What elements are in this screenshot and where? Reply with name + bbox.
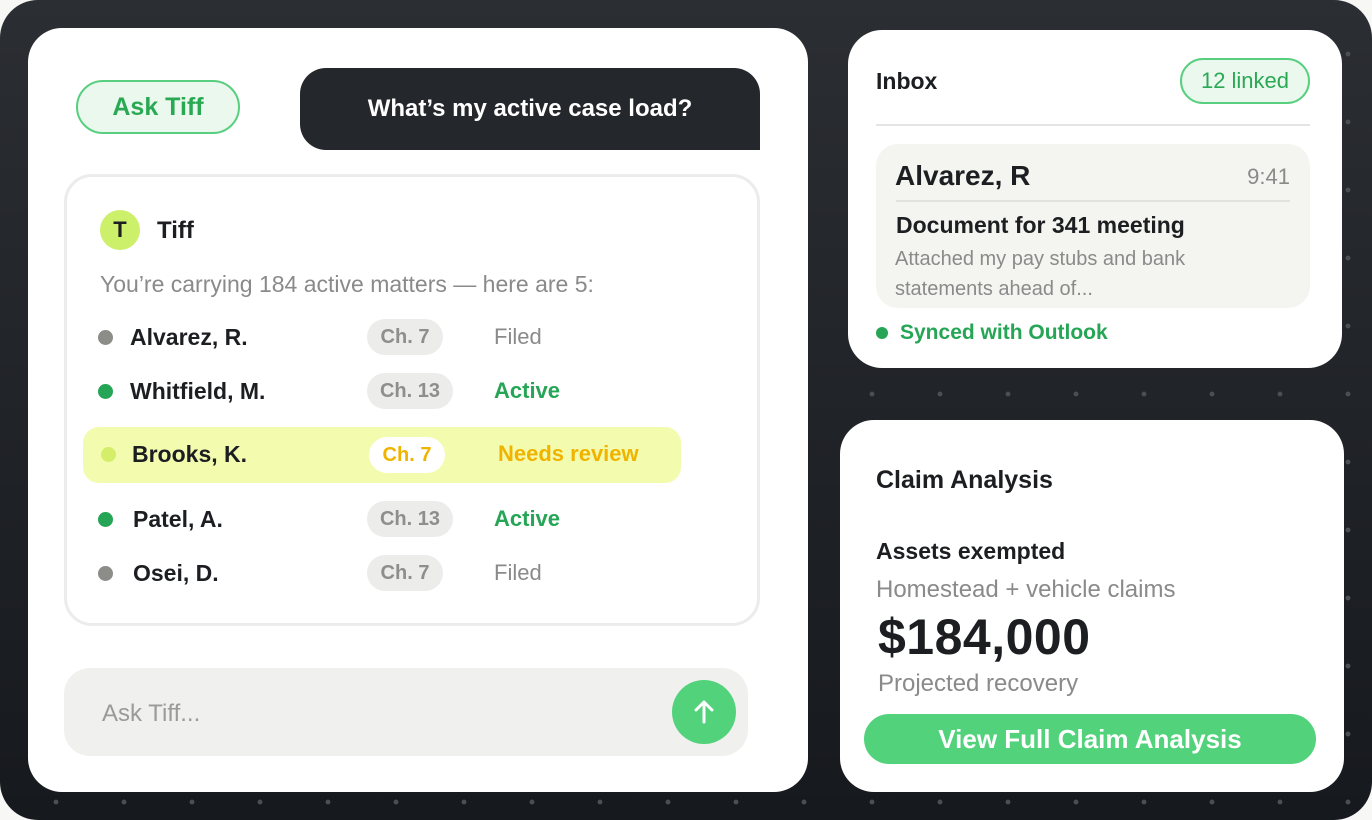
claim-analysis-panel: Claim Analysis Assets exempted Homestead…: [840, 420, 1344, 792]
inbox-panel: Inbox 12 linked Alvarez, R 9:41 Document…: [848, 30, 1342, 368]
assistant-avatar: T: [100, 210, 140, 250]
projected-amount: $184,000: [878, 609, 1091, 665]
app-frame: Ask Tiff What’s my active case load? T T…: [0, 0, 1372, 820]
status-dot: [98, 566, 113, 581]
case-client: Whitfield, M.: [130, 378, 266, 404]
status-dot: [98, 384, 113, 399]
chapter-chip: Ch. 7: [367, 555, 443, 591]
user-question-bubble: What’s my active case load?: [300, 68, 760, 150]
case-row[interactable]: Alvarez, R. Ch. 7 Filed: [67, 312, 757, 362]
message-time: 9:41: [1247, 164, 1290, 189]
status-dot: [98, 330, 113, 345]
ask-tiff-input[interactable]: [100, 696, 644, 732]
divider: [876, 124, 1310, 126]
send-button[interactable]: [672, 680, 736, 744]
case-client: Osei, D.: [133, 560, 219, 586]
case-status: Needs review: [498, 441, 639, 466]
assets-label: Assets exempted: [876, 538, 1066, 564]
assets-subtitle: Homestead + vehicle claims: [876, 576, 1176, 603]
status-dot: [101, 447, 116, 462]
case-status: Filed: [494, 324, 542, 349]
case-status: Active: [494, 378, 561, 403]
chapter-chip: Ch. 13: [367, 373, 453, 409]
ask-tiff-badge[interactable]: Ask Tiff: [76, 80, 240, 134]
sync-status-label: Synced with Outlook: [900, 321, 1108, 344]
sync-status: Synced with Outlook: [876, 320, 1108, 346]
case-status: Filed: [494, 560, 542, 585]
inbox-title: Inbox: [876, 68, 938, 94]
chat-panel: Ask Tiff What’s my active case load? T T…: [28, 28, 808, 792]
chapter-chip: Ch. 7: [367, 319, 443, 355]
case-row[interactable]: Patel, A. Ch. 13 Active: [67, 494, 757, 544]
inbox-message[interactable]: Alvarez, R 9:41 Document for 341 meeting…: [876, 144, 1310, 308]
assistant-name: Tiff: [157, 217, 194, 244]
message-preview: Attached my pay stubs and bank statement…: [895, 248, 1186, 300]
message-sender: Alvarez, R: [895, 160, 1031, 191]
assistant-response: T Tiff You’re carrying 184 active matter…: [64, 174, 760, 626]
assistant-intro: You’re carrying 184 active matters — her…: [100, 271, 594, 297]
divider: [896, 200, 1290, 202]
case-row[interactable]: Whitfield, M. Ch. 13 Active: [67, 366, 757, 416]
chapter-chip: Ch. 13: [367, 501, 453, 537]
arrow-up-icon: [694, 700, 714, 724]
case-client: Alvarez, R.: [130, 324, 248, 350]
amount-label: Projected recovery: [878, 670, 1079, 697]
message-subject: Document for 341 meeting: [896, 212, 1185, 238]
view-claim-analysis-button[interactable]: View Full Claim Analysis: [864, 714, 1316, 764]
sync-dot-icon: [876, 327, 888, 339]
claim-title: Claim Analysis: [876, 466, 1053, 494]
case-row-highlighted[interactable]: Brooks, K. Ch. 7 Needs review: [83, 427, 681, 483]
case-client: Brooks, K.: [132, 441, 248, 467]
linked-count-badge[interactable]: 12 linked: [1180, 58, 1310, 104]
case-status: Active: [494, 506, 561, 531]
status-dot: [98, 512, 113, 527]
case-row[interactable]: Osei, D. Ch. 7 Filed: [67, 548, 757, 598]
chat-composer: [64, 668, 748, 756]
case-client: Patel, A.: [133, 506, 223, 532]
chapter-chip: Ch. 7: [369, 437, 445, 473]
